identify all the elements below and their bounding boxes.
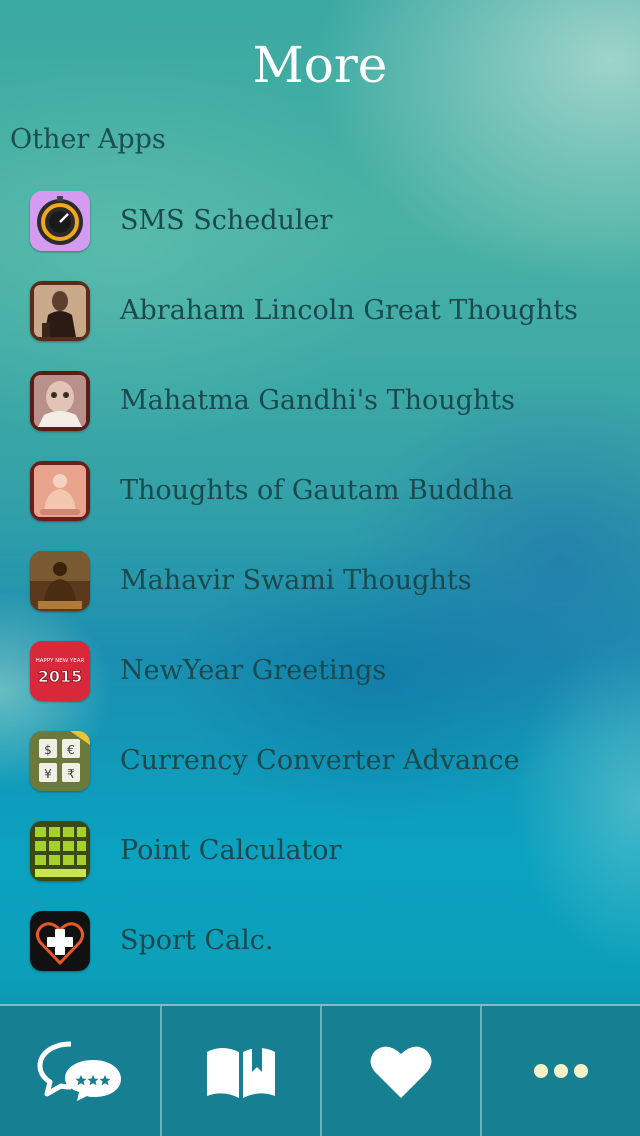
open-book-icon — [207, 1048, 275, 1098]
more-dots-icon — [534, 1064, 588, 1078]
dollar-symbol: $ — [44, 743, 52, 757]
app-row-currency-converter[interactable]: $ € ¥ ₹ Currency Converter Advance — [0, 716, 640, 806]
app-row-sport-calc[interactable]: Sport Calc. — [0, 896, 640, 986]
app-name: Point Calculator — [120, 835, 342, 866]
tab-categories[interactable] — [160, 1006, 320, 1136]
stopwatch-icon — [30, 191, 90, 251]
app-row-gautam-buddha[interactable]: Thoughts of Gautam Buddha — [0, 446, 640, 536]
app-name: NewYear Greetings — [120, 655, 387, 686]
app-row-newyear-greetings[interactable]: HAPPY NEW YEAR 2015 NewYear Greetings — [0, 626, 640, 716]
rupee-symbol: ₹ — [67, 767, 75, 781]
new-year-year: 2015 — [38, 667, 83, 686]
new-year-caption: HAPPY NEW YEAR — [36, 658, 85, 664]
yen-symbol: ¥ — [44, 767, 52, 781]
gandhi-portrait-icon — [30, 371, 90, 431]
heart-icon — [370, 1046, 432, 1098]
app-row-mahatma-gandhi[interactable]: Mahatma Gandhi's Thoughts — [0, 356, 640, 446]
app-name: Sport Calc. — [120, 925, 274, 956]
lincoln-portrait-icon — [30, 281, 90, 341]
app-name: SMS Scheduler — [120, 205, 333, 236]
new-year-2015-icon: HAPPY NEW YEAR 2015 — [30, 641, 90, 701]
app-row-sms-scheduler[interactable]: SMS Scheduler — [0, 176, 640, 266]
app-row-mahavir-swami[interactable]: Mahavir Swami Thoughts — [0, 536, 640, 626]
currency-keypad-icon: $ € ¥ ₹ — [30, 731, 90, 791]
app-name: Thoughts of Gautam Buddha — [120, 475, 514, 506]
point-calculator-icon — [30, 821, 90, 881]
tab-favorites[interactable] — [320, 1006, 480, 1136]
tab-more[interactable] — [480, 1006, 640, 1136]
app-row-point-calculator[interactable]: Point Calculator — [0, 806, 640, 896]
tab-bar — [0, 1004, 640, 1136]
tab-quotes[interactable] — [0, 1006, 160, 1136]
buddha-icon — [30, 461, 90, 521]
euro-symbol: € — [67, 743, 75, 757]
app-row-abraham-lincoln[interactable]: Abraham Lincoln Great Thoughts — [0, 266, 640, 356]
sport-heart-plus-icon — [30, 911, 90, 971]
page-title: More — [252, 36, 388, 94]
app-name: Currency Converter Advance — [120, 745, 520, 776]
app-name: Mahatma Gandhi's Thoughts — [120, 385, 516, 416]
chat-bubbles-stars-icon — [37, 1041, 121, 1101]
app-name: Mahavir Swami Thoughts — [120, 565, 472, 596]
section-label-other-apps: Other Apps — [10, 124, 166, 155]
other-apps-list: SMS Scheduler Abraham Lincoln Great Thou… — [0, 176, 640, 986]
mahavir-statue-icon — [30, 551, 90, 611]
app-name: Abraham Lincoln Great Thoughts — [120, 295, 578, 326]
